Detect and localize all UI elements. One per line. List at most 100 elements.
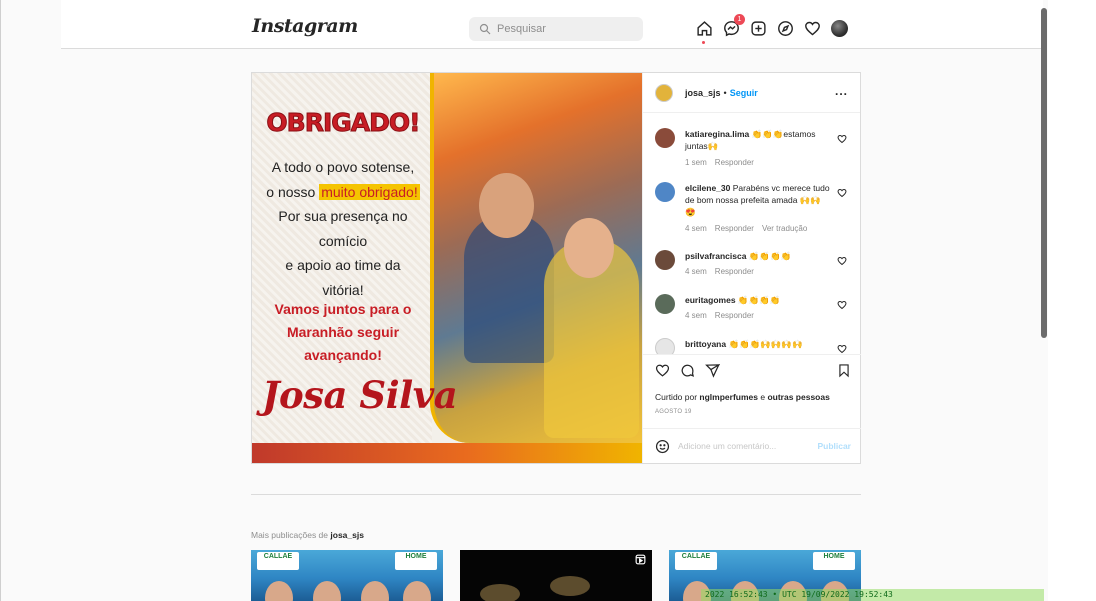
avatar[interactable] [655, 250, 675, 270]
comment-time: 4 sem [685, 311, 707, 320]
publish-button[interactable]: Publicar [817, 441, 851, 451]
comments-list: katiaregina.lima 👏👏👏estamos juntas🙌 1 se… [643, 114, 861, 354]
comment-meta: 4 sem Responder Ver tradução [685, 224, 815, 233]
comment-input[interactable]: Adicione um comentário... [678, 441, 817, 451]
heart-icon[interactable] [655, 363, 670, 378]
comment-time: 4 sem [685, 224, 707, 233]
post-date: AGOSTO 19 [655, 409, 692, 415]
comment-body: 👏👏👏🙌🙌🙌🙌 [728, 339, 803, 349]
image-body-text: A todo o povo sotense, o nosso muito obr… [256, 155, 430, 302]
nav-icons: 1 [695, 14, 848, 44]
window-margin [1048, 0, 1096, 601]
comment-time: 4 sem [685, 267, 707, 276]
reply-button[interactable]: Responder [715, 224, 754, 233]
share-icon[interactable] [705, 363, 720, 378]
thumbnail-figure [361, 581, 389, 601]
bookmark-icon [839, 364, 849, 378]
home-icon [696, 20, 712, 36]
comment-username[interactable]: katiaregina.lima [685, 129, 749, 139]
post-card: OBRIGADO! A todo o povo sotense, o nosso… [251, 72, 861, 464]
vertical-scrollbar[interactable] [1041, 8, 1047, 338]
image-slogan: Vamos juntos para o Maranhão seguir avan… [256, 298, 430, 367]
plus-square-icon [750, 20, 766, 36]
liked-by-user[interactable]: nglmperfumes [699, 392, 758, 402]
post-image[interactable]: OBRIGADO! A todo o povo sotense, o nosso… [252, 73, 642, 463]
notification-badge: 1 [734, 14, 745, 25]
emoji-icon[interactable] [655, 439, 670, 454]
comment-meta: 4 sem Responder [685, 267, 762, 276]
heart-icon[interactable] [837, 188, 847, 198]
top-nav: Instagram ⌄ 1 [61, 0, 1043, 49]
avatar[interactable] [655, 182, 675, 202]
reel-icon [635, 554, 646, 565]
search-input[interactable] [497, 23, 637, 35]
save-button[interactable] [837, 363, 851, 383]
more-options-button[interactable]: ... [835, 84, 848, 98]
image-line: comício [318, 232, 368, 249]
image-bottom-band [252, 443, 642, 463]
image-photo [430, 73, 642, 443]
comment-username[interactable]: euritagomes [685, 295, 736, 305]
comment-username[interactable]: brittoyana [685, 339, 726, 349]
avatar[interactable] [655, 294, 675, 314]
explore-button[interactable] [776, 19, 794, 37]
heart-icon [804, 21, 820, 35]
heart-icon[interactable] [837, 134, 847, 144]
comment-icon[interactable] [680, 363, 695, 378]
image-headline: OBRIGADO! [266, 108, 421, 138]
photo-figure [479, 173, 534, 238]
profile-button[interactable] [830, 19, 848, 37]
separator: • [723, 87, 727, 98]
comment-text: elcilene_30 Parabéns vc merece tudo de b… [685, 182, 830, 218]
more-posts-label: Mais publicações de josa_sjs [251, 530, 364, 540]
search-icon [479, 23, 491, 35]
more-posts-user[interactable]: josa_sjs [330, 530, 364, 540]
follow-button[interactable]: Seguir [730, 88, 758, 98]
avatar[interactable] [655, 128, 675, 148]
comment-username[interactable]: elcilene_30 [685, 183, 730, 193]
section-divider [251, 494, 861, 495]
add-comment-bar: Adicione um comentário... Publicar [643, 428, 861, 463]
thumbnail-figure [403, 581, 431, 601]
heart-icon[interactable] [837, 344, 847, 354]
liked-by-others[interactable]: outras pessoas [767, 392, 829, 402]
comment-text: katiaregina.lima 👏👏👏estamos juntas🙌 [685, 128, 830, 152]
comment-time: 1 sem [685, 158, 707, 167]
thumbnail-number: 11888 [265, 562, 290, 572]
thumbnail-number: 11888 [683, 562, 708, 572]
reply-button[interactable]: Responder [715, 267, 754, 276]
post-thumbnail[interactable] [460, 550, 652, 601]
reply-button[interactable]: Responder [715, 311, 754, 320]
post-actions: Curtido por nglmperfumes e outras pessoa… [643, 354, 861, 415]
reply-button[interactable]: Responder [715, 158, 754, 167]
activity-button[interactable] [803, 19, 821, 37]
search-box[interactable] [469, 17, 643, 41]
comment-meta: 1 sem Responder [685, 158, 762, 167]
avatar[interactable] [655, 338, 675, 354]
thumbnail-figure [265, 581, 293, 601]
instagram-logo[interactable]: Instagram [252, 15, 358, 37]
home-button[interactable] [695, 19, 713, 44]
image-line: Por sua presença no [278, 208, 408, 224]
photo-figure [564, 218, 614, 278]
thumbnail-number: 1010 [408, 562, 429, 572]
action-buttons [655, 363, 720, 378]
post-thumbnail[interactable]: CALLAE 11888 HOME 1010 [251, 550, 443, 601]
thumbnail-number: 1010 [826, 562, 847, 572]
image-line: avançando! [304, 347, 382, 363]
messages-button[interactable]: 1 [722, 14, 745, 37]
post-username[interactable]: josa_sjs [685, 88, 721, 98]
heart-icon[interactable] [837, 256, 847, 266]
image-line: A todo o povo sotense, [271, 159, 415, 175]
avatar[interactable] [655, 83, 673, 102]
comment-text: psilvafrancisca 👏👏👏👏 [685, 250, 830, 262]
translate-button[interactable]: Ver tradução [762, 224, 807, 233]
new-post-button[interactable] [749, 19, 767, 37]
heart-icon[interactable] [837, 300, 847, 310]
compass-icon [777, 20, 793, 36]
comment-username[interactable]: psilvafrancisca [685, 251, 746, 261]
likes-prefix: Curtido por [655, 392, 700, 402]
comment-body: 👏👏👏👏 [748, 251, 792, 261]
chevron-down-icon[interactable]: ⌄ [324, 19, 332, 30]
image-line-prefix: o nosso [266, 183, 320, 200]
